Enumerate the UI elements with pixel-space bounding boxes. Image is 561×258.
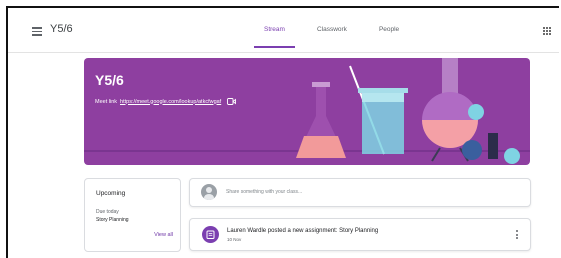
tab-stream[interactable]: Stream (248, 8, 301, 52)
science-illustration (84, 58, 530, 164)
assignment-icon (202, 226, 219, 243)
upcoming-card: Upcoming Due today Story Planning View a… (84, 178, 181, 252)
meet-link-row: Meet link https://meet.google.com/lookup… (95, 98, 237, 105)
share-with-class-box[interactable]: Share something with your class... (189, 178, 531, 207)
share-placeholder: Share something with your class... (226, 189, 303, 195)
more-options-icon[interactable] (516, 230, 519, 239)
upcoming-due-label: Due today (96, 209, 119, 215)
google-apps-icon[interactable] (543, 27, 551, 35)
assignment-post[interactable]: Lauren Wardle posted a new assignment: S… (189, 218, 531, 251)
upcoming-item[interactable]: Story Planning (96, 217, 129, 223)
tab-bar: Stream Classwork People (248, 8, 415, 52)
class-title[interactable]: Y5/6 (50, 23, 73, 35)
upcoming-title: Upcoming (96, 190, 126, 197)
post-date: 10 Nov (227, 237, 242, 242)
post-title: Lauren Wardle posted a new assignment: S… (227, 228, 379, 234)
hamburger-menu-icon[interactable] (32, 27, 42, 36)
class-banner: Y5/6 Meet link https://meet.google.com/l… (84, 58, 530, 165)
meet-link[interactable]: https://meet.google.com/lookup/atkcfwgaf (120, 99, 221, 105)
banner-class-title: Y5/6 (95, 72, 124, 88)
top-app-bar: Y5/6 Stream Classwork People (8, 8, 559, 53)
video-camera-icon[interactable] (227, 98, 237, 105)
classroom-window: Y5/6 Stream Classwork People Y5/6 Meet l… (6, 6, 559, 258)
view-all-link[interactable]: View all (154, 232, 173, 238)
tab-people[interactable]: People (363, 8, 415, 52)
tab-classwork[interactable]: Classwork (301, 8, 363, 52)
user-avatar (201, 184, 217, 200)
meet-link-label: Meet link (95, 98, 118, 105)
